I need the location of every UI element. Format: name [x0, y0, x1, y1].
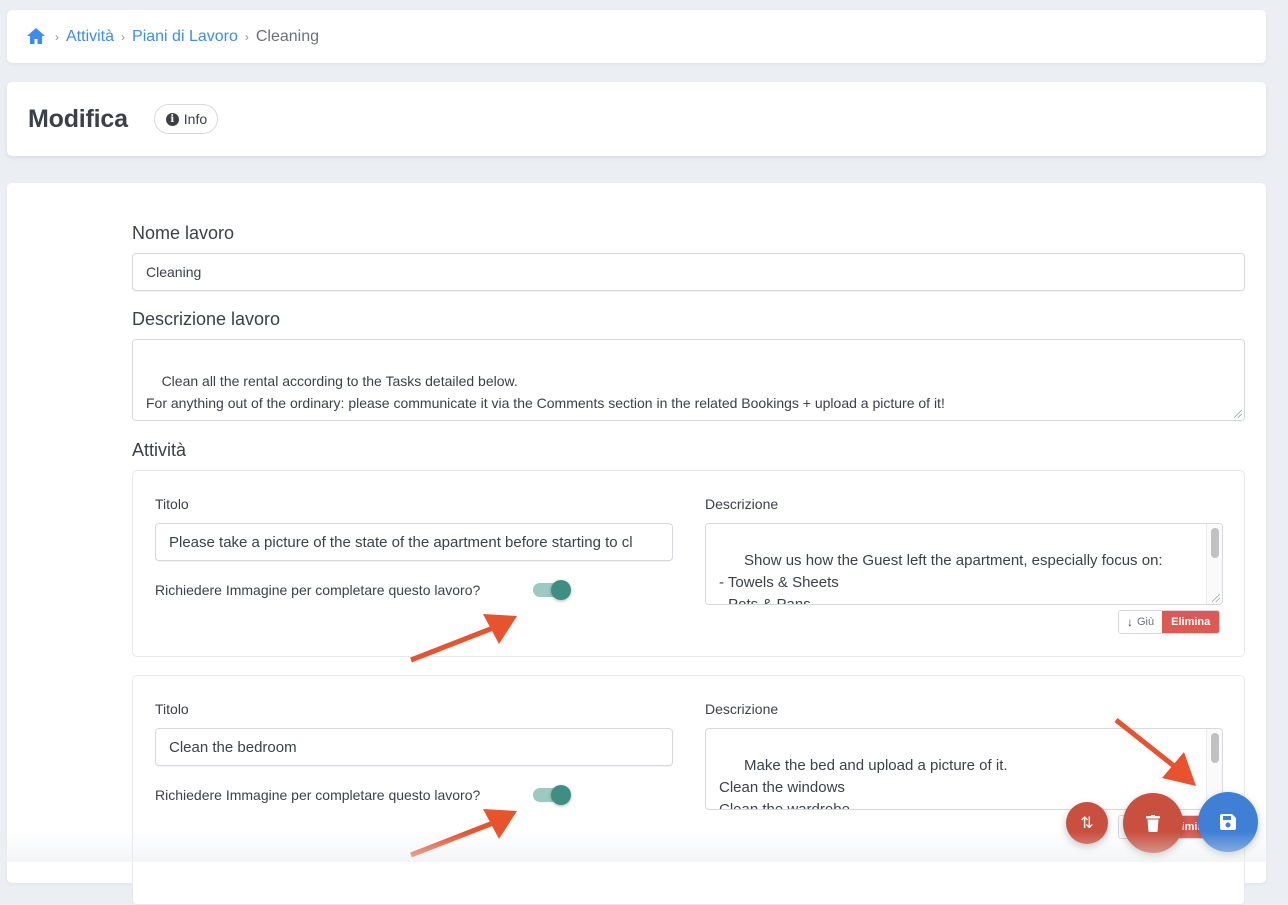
task-title-input[interactable]: Clean the bedroom — [155, 728, 673, 766]
job-description-text: Clean all the rental according to the Ta… — [146, 373, 945, 411]
breadcrumb: › Attività › Piani di Lavoro › Cleaning — [7, 10, 1266, 63]
task-description-label: Descrizione — [705, 496, 779, 512]
breadcrumb-separator: › — [55, 29, 59, 44]
page-title: Modifica — [28, 104, 128, 133]
task-actions: ↓ Giù Elimina — [1118, 610, 1221, 634]
require-image-label: Richiedere Immagine per completare quest… — [155, 582, 481, 598]
require-image-label: Richiedere Immagine per completare quest… — [155, 787, 481, 803]
reorder-fab[interactable]: ⇅ — [1066, 802, 1108, 844]
tasks-label: Attività — [132, 440, 187, 460]
breadcrumb-link-attivita[interactable]: Attività — [66, 28, 114, 46]
task-description-text: Make the bed and upload a picture of it.… — [719, 757, 1008, 810]
task-card: Titolo Clean the bedroom Richiedere Imma… — [132, 675, 1245, 905]
task-description-textarea[interactable]: Show us how the Guest left the apartment… — [705, 523, 1223, 605]
save-fab[interactable] — [1198, 792, 1258, 852]
breadcrumb-separator: › — [121, 29, 126, 44]
move-down-label: Giù — [1137, 616, 1155, 628]
floppy-disk-icon — [1220, 814, 1236, 830]
breadcrumb-current: Cleaning — [255, 27, 320, 45]
scrollbar[interactable] — [1206, 524, 1222, 604]
resize-handle[interactable] — [1212, 594, 1220, 602]
sort-arrows-icon: ⇅ — [1080, 815, 1094, 832]
scrollbar-thumb[interactable] — [1211, 528, 1219, 558]
delete-task-button[interactable]: Elimina — [1162, 611, 1220, 633]
arrow-down-icon: ↓ — [1127, 615, 1133, 629]
info-icon: i — [165, 112, 179, 126]
require-image-toggle[interactable] — [531, 785, 571, 805]
task-description-label: Descrizione — [705, 701, 779, 717]
delete-fab[interactable] — [1123, 793, 1183, 853]
require-image-toggle[interactable] — [531, 580, 571, 600]
task-title-input[interactable]: Please take a picture of the state of th… — [155, 523, 673, 561]
task-title-label: Titolo — [155, 701, 189, 717]
job-description-label: Descrizione lavoro — [132, 309, 281, 329]
breadcrumb-separator: › — [244, 29, 249, 44]
annotation-arrow — [410, 614, 517, 663]
job-name-input[interactable]: Cleaning — [132, 253, 1245, 291]
move-down-button[interactable]: ↓ Giù — [1119, 611, 1163, 633]
scrollbar-thumb[interactable] — [1211, 733, 1219, 763]
annotation-arrow — [410, 809, 517, 858]
toggle-knob — [551, 580, 571, 600]
resize-handle[interactable] — [1234, 410, 1242, 418]
edit-form: Nome lavoro Cleaning Descrizione lavoro … — [7, 183, 1266, 905]
page-header: Modifica i Info — [7, 82, 1266, 156]
job-name-label: Nome lavoro — [132, 223, 235, 243]
annotation-arrow — [1114, 718, 1196, 786]
job-description-textarea[interactable]: Clean all the rental according to the Ta… — [132, 339, 1245, 421]
info-button[interactable]: i Info — [153, 104, 219, 134]
breadcrumb-link-piani-di-lavoro[interactable]: Piani di Lavoro — [132, 28, 238, 46]
trash-icon — [1146, 814, 1160, 832]
task-description-text: Show us how the Guest left the apartment… — [719, 552, 1163, 605]
info-button-label: Info — [183, 111, 208, 127]
home-icon[interactable] — [26, 27, 48, 47]
toggle-knob — [551, 785, 571, 805]
task-card: Titolo Please take a picture of the stat… — [132, 470, 1245, 657]
task-title-label: Titolo — [155, 496, 189, 512]
